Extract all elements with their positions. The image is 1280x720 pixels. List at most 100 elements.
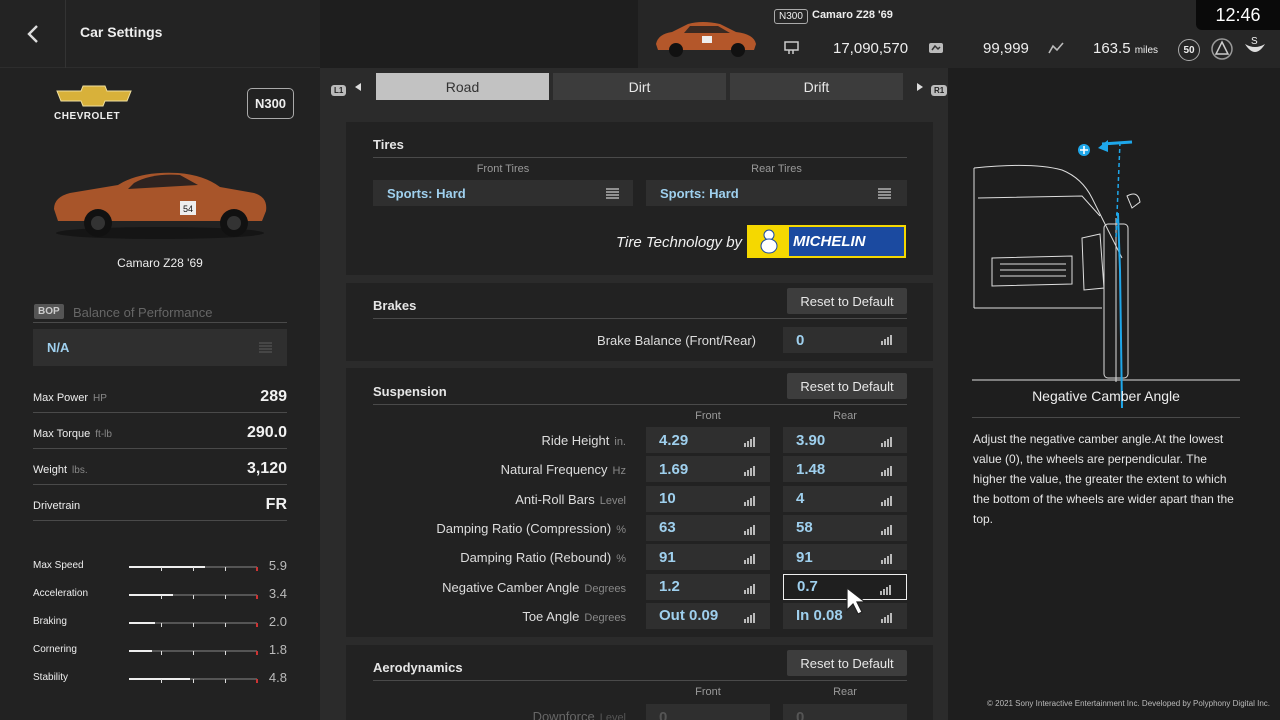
rating-label: Cornering [33, 644, 77, 655]
field-value: 10 [659, 490, 676, 508]
field-value: 3.90 [796, 431, 826, 449]
top-bar-middle [320, 0, 638, 68]
tab-road[interactable]: Road [376, 73, 549, 100]
help-title: Negative Camber Angle [1032, 388, 1180, 404]
rating-label: Max Speed [33, 560, 84, 571]
spec-unit: lbs. [72, 465, 88, 476]
rating-tick [225, 567, 226, 571]
signal-bars-icon [881, 551, 893, 568]
field-value: 1.69 [659, 460, 689, 478]
suspension-row-label: Toe Angle Degrees [366, 609, 626, 624]
clock: 12:46 [1196, 0, 1280, 30]
suspension-front-field[interactable]: 10 [646, 485, 770, 512]
rating-value: 4.8 [268, 670, 287, 685]
spec-divider [33, 520, 287, 521]
front-tires-value: Sports: Hard [387, 185, 466, 201]
aero-front-head: Front [695, 686, 721, 698]
suspension-row-label: Ride Height in. [366, 433, 626, 448]
aerodynamics-reset-button[interactable]: Reset to Default [787, 650, 907, 676]
car-image: 54 [54, 172, 267, 239]
spec-divider [33, 484, 287, 485]
rear-tires-select[interactable]: Sports: Hard [646, 180, 907, 206]
driver-rank-icon [1211, 38, 1233, 60]
suspension-front-field[interactable]: 1.2 [646, 573, 770, 600]
l1-shoulder-hint: L1 [331, 80, 347, 98]
distance-icon [1048, 42, 1064, 54]
signal-bars-icon [881, 610, 893, 627]
suspension-front-field[interactable]: Out 0.09 [646, 602, 770, 629]
downforce-rear-field[interactable]: 0 [783, 704, 907, 720]
rating-label: Stability [33, 672, 69, 683]
row-unit: in. [614, 436, 626, 448]
rating-tick [193, 595, 194, 599]
signal-bars-icon [881, 463, 893, 480]
back-button[interactable] [0, 0, 66, 68]
suspension-rear-field[interactable]: 3.90 [783, 427, 907, 453]
signal-bars-icon [744, 463, 756, 480]
rating-bar-fill [129, 622, 155, 624]
spec-unit: ft-lb [95, 429, 112, 440]
bop-value: N/A [47, 340, 70, 355]
row-unit: % [616, 523, 626, 536]
bop-tag: BOP [34, 304, 64, 319]
suspension-rear-field[interactable]: 1.48 [783, 456, 907, 483]
spec-value: 3,120 [246, 460, 287, 477]
rating-tick [161, 595, 162, 599]
row-name: Ride Height [541, 433, 610, 448]
suspension-divider [373, 404, 907, 405]
svg-text:S: S [1251, 36, 1258, 47]
suspension-reset-button[interactable]: Reset to Default [787, 373, 907, 399]
tab-dirt[interactable]: Dirt [553, 73, 726, 100]
spec-label: Drivetrain [33, 500, 85, 512]
front-tires-head: Front Tires [476, 163, 530, 175]
michelin-text: MICHELIN [793, 233, 866, 250]
suspension-rear-field[interactable]: 58 [783, 514, 907, 541]
suspension-title: Suspension [373, 384, 447, 399]
credits-value: 17,090,570 [833, 40, 909, 57]
suspension-front-field[interactable]: 1.69 [646, 456, 770, 483]
brake-balance-field[interactable]: 0 [783, 327, 907, 353]
aerodynamics-card: Aerodynamics Reset to Default Front Rear… [346, 645, 933, 720]
brakes-reset-button[interactable]: Reset to Default [787, 288, 907, 314]
suspension-rear-field[interactable]: 91 [783, 544, 907, 571]
suspension-front-field[interactable]: 91 [646, 544, 770, 571]
rating-value: 3.4 [268, 586, 287, 601]
rating-tick [225, 651, 226, 655]
menu-icon [878, 188, 891, 199]
spec-name: Max Torque [33, 428, 91, 440]
rating-label: Braking [33, 616, 67, 627]
car-name: Camaro Z28 '69 [117, 256, 203, 270]
level-badge: 50 [1178, 39, 1200, 61]
suspension-front-field[interactable]: 63 [646, 514, 770, 541]
michelin-logo: MICHELIN [747, 225, 906, 258]
row-name: Damping Ratio (Compression) [436, 520, 612, 536]
spec-divider [33, 412, 287, 413]
rating-value: 2.0 [268, 614, 287, 629]
spec-label: Max Torque ft-lb [33, 428, 112, 440]
aerodynamics-title: Aerodynamics [373, 660, 463, 675]
field-value: 4.29 [659, 431, 689, 449]
suspension-front-field[interactable]: 4.29 [646, 427, 770, 453]
front-col-head: Front [695, 410, 721, 422]
row-name: Anti-Roll Bars [515, 491, 595, 507]
menu-icon [259, 342, 272, 353]
downforce-front-field[interactable]: 0 [646, 704, 770, 720]
top-car-name: Camaro Z28 '69 [812, 9, 893, 21]
row-name: Natural Frequency [500, 462, 608, 478]
field-value: 58 [796, 519, 813, 537]
rating-tick [225, 679, 226, 683]
rating-tick [225, 623, 226, 627]
tab-drift[interactable]: Drift [730, 73, 903, 100]
bop-select[interactable]: N/A [33, 329, 287, 366]
front-tires-select[interactable]: Sports: Hard [373, 180, 633, 206]
signal-bars-icon [881, 522, 893, 539]
suspension-rear-field[interactable]: 4 [783, 485, 907, 512]
help-description: Adjust the negative camber angle.At the … [973, 432, 1234, 526]
brand-name: CHEVROLET [54, 111, 121, 122]
rating-value: 1.8 [268, 642, 287, 657]
bop-divider [33, 322, 287, 323]
suspension-row-label: Damping Ratio (Compression)% [366, 521, 626, 536]
spec-value: FR [265, 496, 287, 513]
car-summary-panel: CHEVROLET N300 54 Camaro Z28 '69 BOP Bal… [0, 68, 320, 720]
row-name: Negative Camber Angle [442, 579, 580, 595]
